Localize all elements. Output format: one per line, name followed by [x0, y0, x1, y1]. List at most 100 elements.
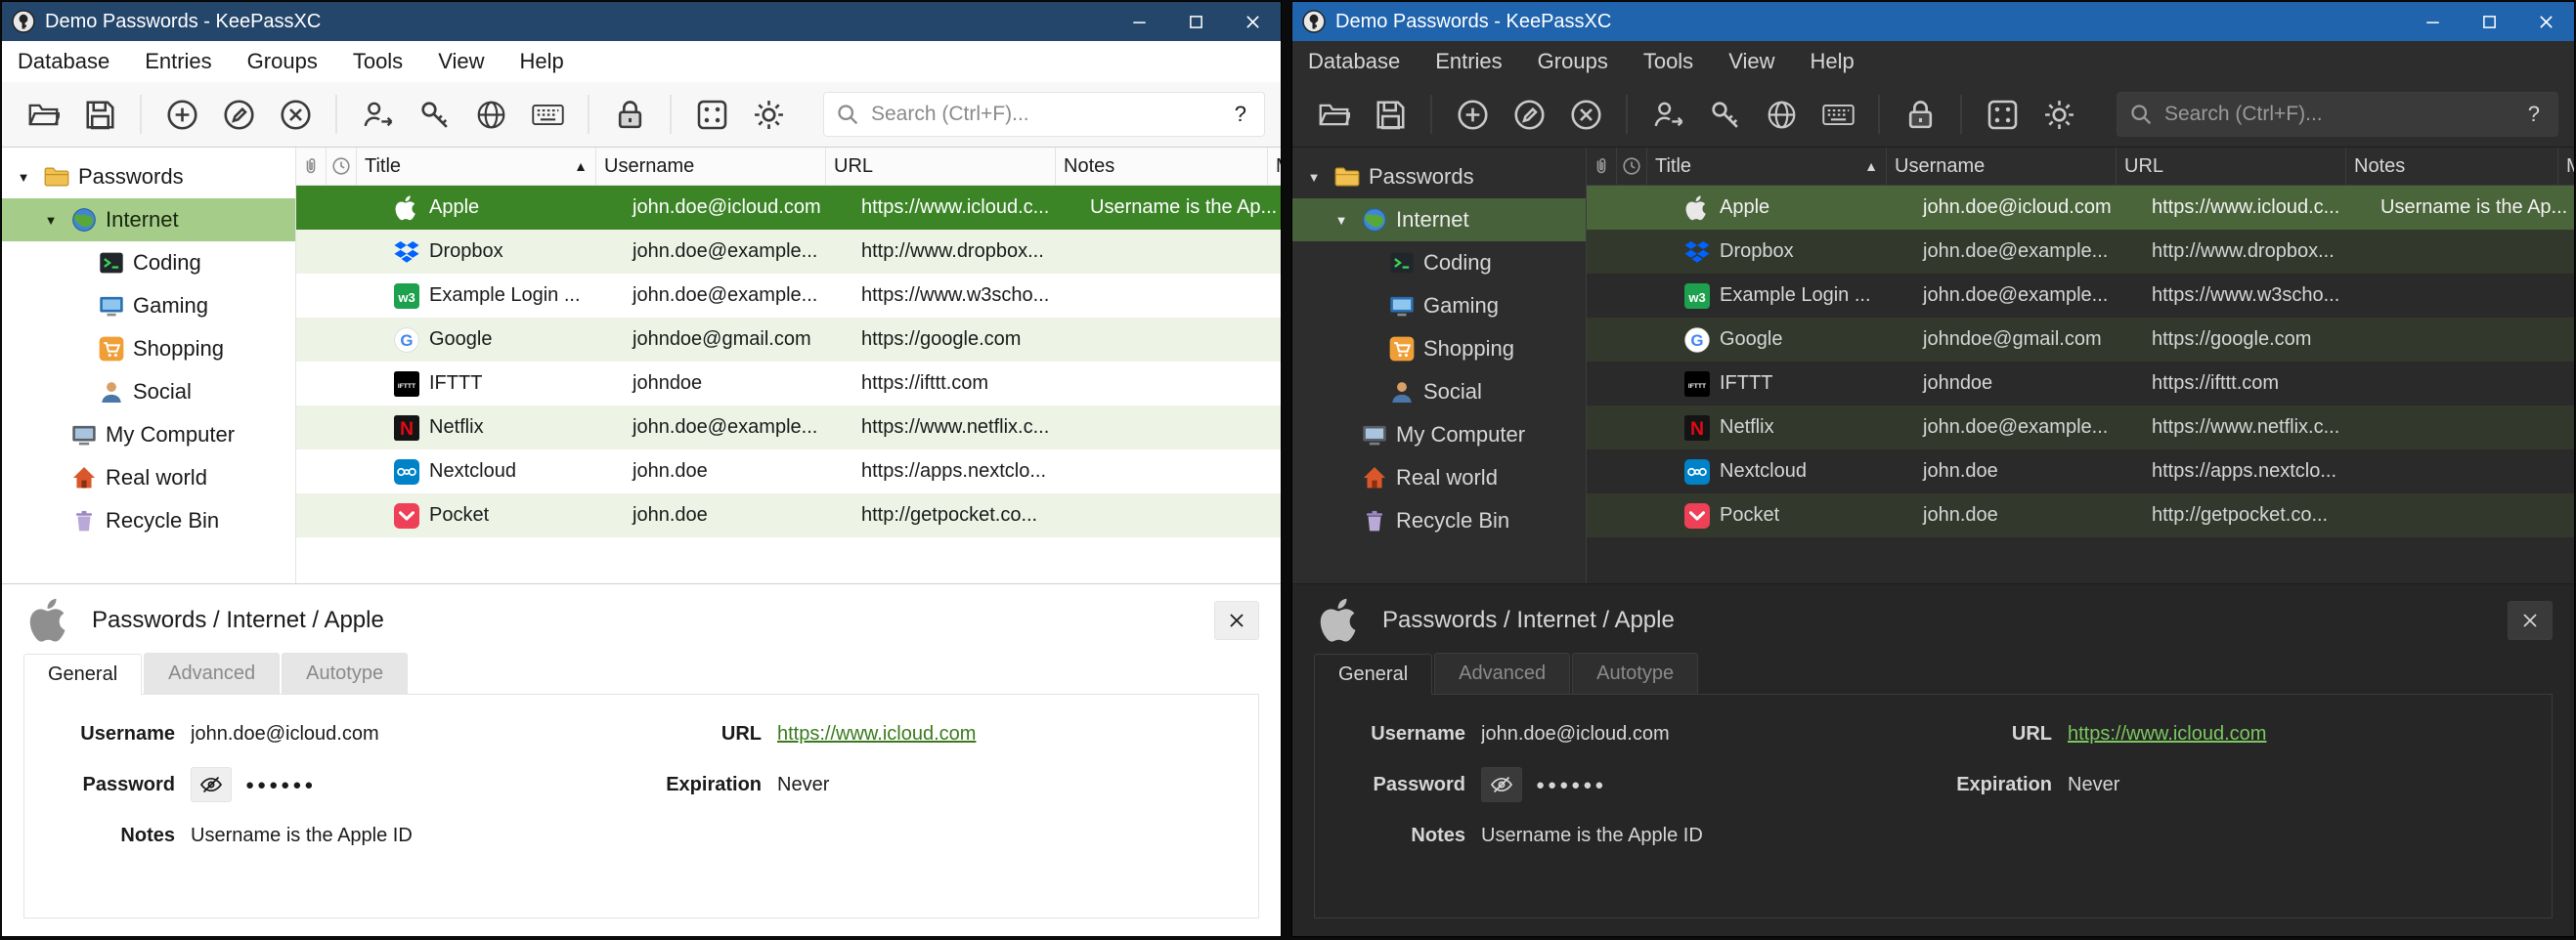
- menu-tools[interactable]: Tools: [353, 49, 403, 74]
- title-column-header[interactable]: Title ▲: [1647, 148, 1887, 185]
- attachments-column-header[interactable]: [296, 148, 327, 185]
- row-netflix[interactable]: N Netflix john.doe@example... https://ww…: [296, 406, 1281, 449]
- sidebar-item-passwords[interactable]: ▼ Passwords: [1292, 155, 1586, 198]
- attachments-column-header[interactable]: [1587, 148, 1617, 185]
- sidebar-item-coding[interactable]: Coding: [1292, 241, 1586, 284]
- row-example-login[interactable]: w3 Example Login ... john.doe@example...…: [1587, 274, 2574, 318]
- row-netflix[interactable]: N Netflix john.doe@example... https://ww…: [1587, 406, 2574, 449]
- tab-advanced[interactable]: Advanced: [144, 653, 280, 694]
- row-nextcloud[interactable]: Nextcloud john.doe https://apps.nextclo.…: [296, 449, 1281, 493]
- copy-username-button[interactable]: [352, 91, 403, 138]
- row-google[interactable]: G Google johndoe@gmail.com https://googl…: [1587, 318, 2574, 362]
- minimize-button[interactable]: [1111, 2, 1167, 41]
- delete-entry-button[interactable]: [1560, 91, 1611, 138]
- menu-groups[interactable]: Groups: [1538, 49, 1608, 74]
- tab-general[interactable]: General: [1314, 654, 1432, 695]
- expander-icon[interactable]: ▼: [1302, 170, 1326, 185]
- search-input[interactable]: [2162, 102, 2512, 127]
- open-database-button[interactable]: [18, 91, 68, 138]
- sidebar-item-recycle-bin[interactable]: Recycle Bin: [2, 499, 295, 542]
- copy-password-button[interactable]: [409, 91, 459, 138]
- expander-icon[interactable]: ▼: [1330, 213, 1353, 228]
- tab-general[interactable]: General: [23, 654, 142, 695]
- tab-autotype[interactable]: Autotype: [1572, 653, 1698, 694]
- notes-column-header[interactable]: Notes: [1056, 148, 1268, 185]
- url-link[interactable]: https://www.icloud.com: [777, 723, 1239, 746]
- sidebar-item-internet[interactable]: ▼ Internet: [1292, 198, 1586, 241]
- row-pocket[interactable]: Pocket john.doe http://getpocket.co... 5…: [1587, 493, 2574, 537]
- sidebar-item-my-computer[interactable]: My Computer: [2, 413, 295, 456]
- password-generator-button[interactable]: [1977, 91, 2028, 138]
- save-database-button[interactable]: [1365, 91, 1416, 138]
- search-help-button[interactable]: ?: [1229, 101, 1252, 128]
- sidebar-item-real-world[interactable]: Real world: [2, 456, 295, 499]
- autotype-button[interactable]: [1812, 91, 1863, 138]
- menu-entries[interactable]: Entries: [1435, 49, 1502, 74]
- autotype-button[interactable]: [522, 91, 573, 138]
- toggle-password-visibility-button[interactable]: [191, 767, 232, 802]
- sidebar-item-shopping[interactable]: Shopping: [2, 327, 295, 370]
- maximize-button[interactable]: [1167, 2, 1224, 41]
- maximize-button[interactable]: [2461, 2, 2517, 41]
- sidebar-item-real-world[interactable]: Real world: [1292, 456, 1586, 499]
- modified-column-header[interactable]: Modified: [1268, 148, 1281, 185]
- expires-column-header[interactable]: [1617, 148, 1647, 185]
- sidebar-item-passwords[interactable]: ▼ Passwords: [2, 155, 295, 198]
- expander-icon[interactable]: ▼: [39, 213, 63, 228]
- tab-autotype[interactable]: Autotype: [282, 653, 408, 694]
- row-dropbox[interactable]: Dropbox john.doe@example... http://www.d…: [1587, 230, 2574, 274]
- url-column-header[interactable]: URL: [826, 148, 1056, 185]
- menu-help[interactable]: Help: [519, 49, 563, 74]
- sidebar-item-social[interactable]: Social: [1292, 370, 1586, 413]
- add-entry-button[interactable]: [156, 91, 207, 138]
- edit-entry-button[interactable]: [1504, 91, 1554, 138]
- modified-column-header[interactable]: Modified: [2558, 148, 2574, 185]
- url-column-header[interactable]: URL: [2117, 148, 2346, 185]
- menu-entries[interactable]: Entries: [145, 49, 211, 74]
- sidebar-item-gaming[interactable]: Gaming: [2, 284, 295, 327]
- menu-view[interactable]: View: [1728, 49, 1774, 74]
- row-apple[interactable]: Apple john.doe@icloud.com https://www.ic…: [1587, 186, 2574, 230]
- row-dropbox[interactable]: Dropbox john.doe@example... http://www.d…: [296, 230, 1281, 274]
- row-ifttt[interactable]: IFTTT IFTTT johndoe https://ifttt.com 5/…: [1587, 362, 2574, 406]
- search-input[interactable]: [869, 102, 1219, 127]
- expander-icon[interactable]: ▼: [12, 170, 35, 185]
- close-button[interactable]: [2517, 2, 2574, 41]
- menu-database[interactable]: Database: [1308, 49, 1400, 74]
- window-titlebar[interactable]: Demo Passwords - KeePassXC: [2, 2, 1281, 41]
- tab-advanced[interactable]: Advanced: [1434, 653, 1570, 694]
- sidebar-item-coding[interactable]: Coding: [2, 241, 295, 284]
- username-column-header[interactable]: Username: [1887, 148, 2117, 185]
- row-google[interactable]: G Google johndoe@gmail.com https://googl…: [296, 318, 1281, 362]
- menu-tools[interactable]: Tools: [1643, 49, 1693, 74]
- password-generator-button[interactable]: [686, 91, 737, 138]
- copy-url-button[interactable]: [465, 91, 516, 138]
- close-preview-button[interactable]: [1214, 601, 1259, 640]
- sidebar-item-gaming[interactable]: Gaming: [1292, 284, 1586, 327]
- url-link[interactable]: https://www.icloud.com: [2068, 723, 2532, 746]
- expires-column-header[interactable]: [327, 148, 357, 185]
- close-preview-button[interactable]: [2508, 601, 2553, 640]
- open-database-button[interactable]: [1308, 91, 1359, 138]
- sidebar-item-shopping[interactable]: Shopping: [1292, 327, 1586, 370]
- sidebar-item-recycle-bin[interactable]: Recycle Bin: [1292, 499, 1586, 542]
- settings-button[interactable]: [2033, 91, 2084, 138]
- settings-button[interactable]: [743, 91, 794, 138]
- minimize-button[interactable]: [2404, 2, 2461, 41]
- window-titlebar[interactable]: Demo Passwords - KeePassXC: [1292, 2, 2574, 41]
- close-button[interactable]: [1224, 2, 1281, 41]
- row-pocket[interactable]: Pocket john.doe http://getpocket.co... 5…: [296, 493, 1281, 537]
- copy-url-button[interactable]: [1756, 91, 1807, 138]
- lock-database-button[interactable]: [1895, 91, 1945, 138]
- title-column-header[interactable]: Title ▲: [357, 148, 596, 185]
- lock-database-button[interactable]: [604, 91, 655, 138]
- menu-help[interactable]: Help: [1810, 49, 1854, 74]
- username-column-header[interactable]: Username: [596, 148, 826, 185]
- copy-password-button[interactable]: [1699, 91, 1750, 138]
- row-nextcloud[interactable]: Nextcloud john.doe https://apps.nextclo.…: [1587, 449, 2574, 493]
- row-apple[interactable]: Apple john.doe@icloud.com https://www.ic…: [296, 186, 1281, 230]
- toggle-password-visibility-button[interactable]: [1481, 767, 1522, 802]
- menu-view[interactable]: View: [438, 49, 484, 74]
- add-entry-button[interactable]: [1447, 91, 1498, 138]
- sidebar-item-social[interactable]: Social: [2, 370, 295, 413]
